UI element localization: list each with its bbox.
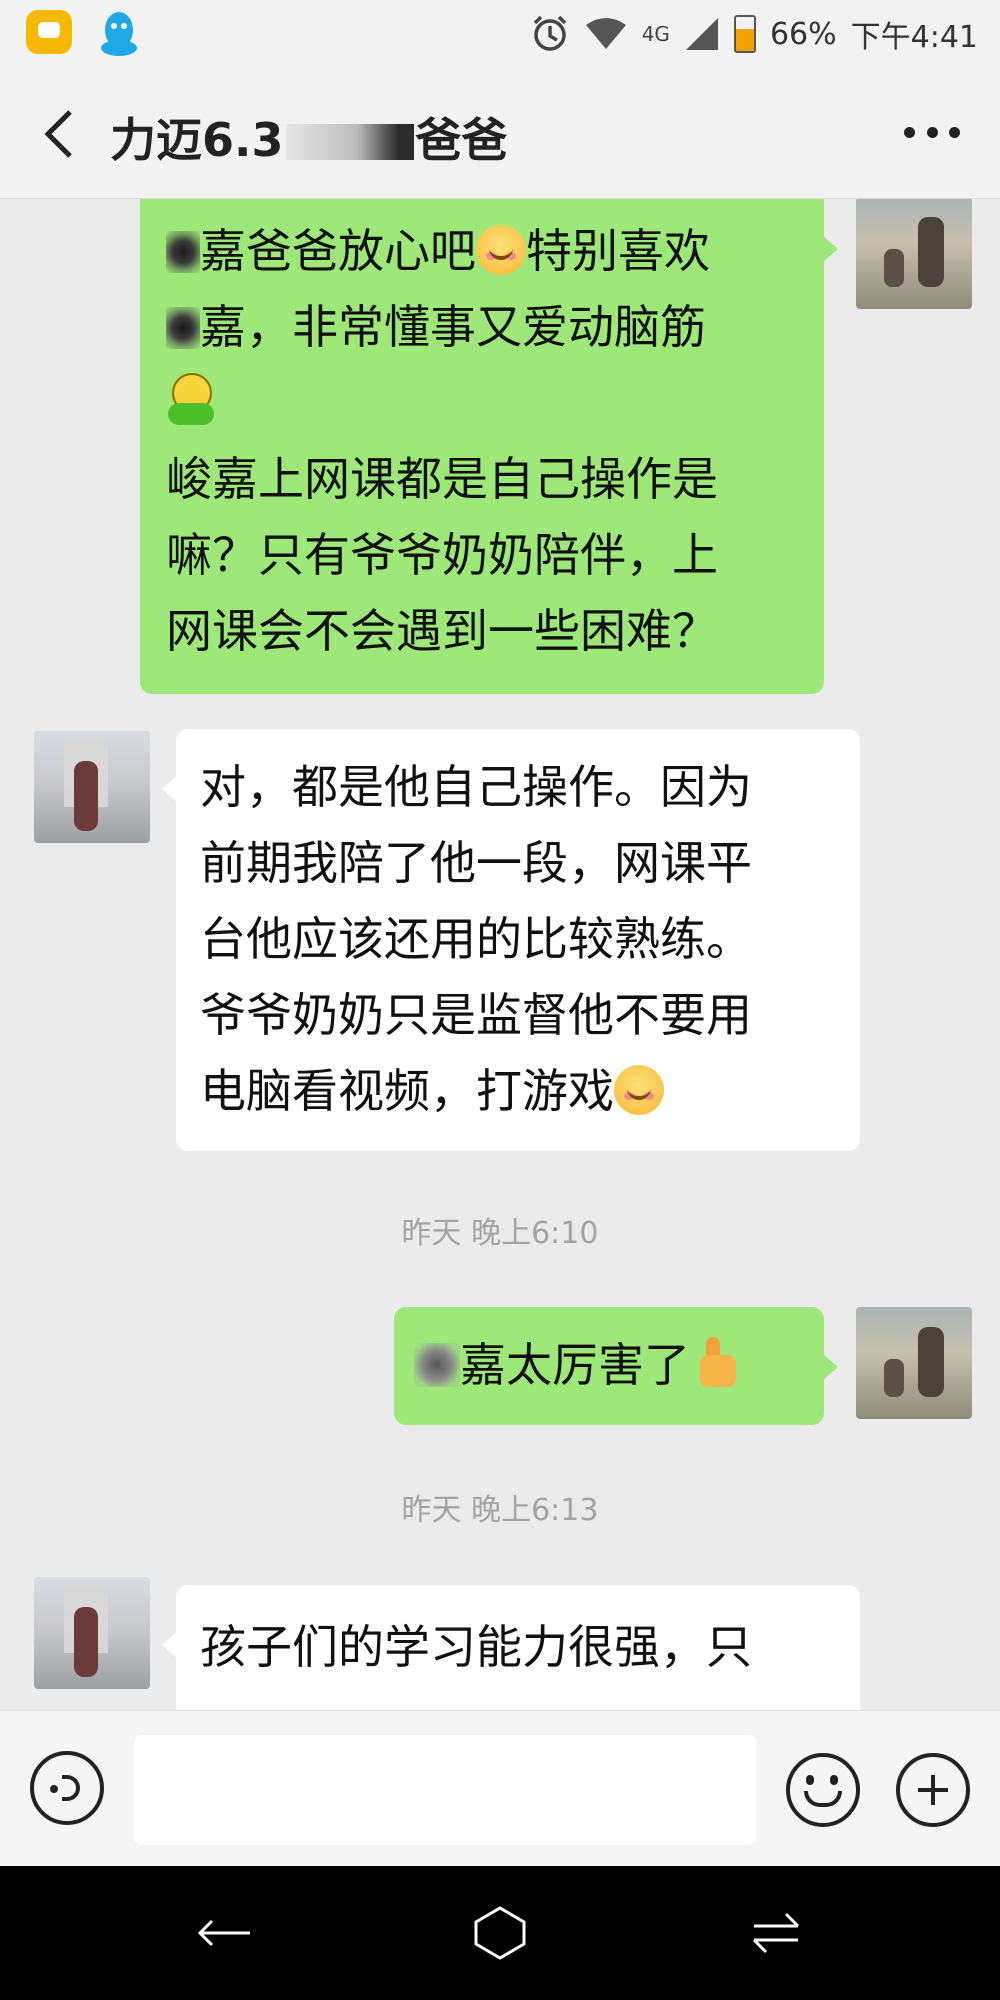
- message-bubble-other[interactable]: 对，都是他自己操作。因为 前期我陪了他一段，网课平 台他应该还用的比较熟练。 爷…: [162, 729, 860, 1151]
- timestamp: 昨天 晚上6:13: [401, 1493, 599, 1528]
- emoji-button[interactable]: [786, 1753, 860, 1827]
- contact-avatar[interactable]: [34, 731, 150, 843]
- redacted-char: [166, 231, 200, 273]
- contact-avatar[interactable]: [34, 1577, 150, 1689]
- message-bubble-me[interactable]: 嘉爸爸放心吧 特别喜欢 嘉，非常懂事又爱动脑筋 峻嘉上网课都是自己操作是 嘛？只有…: [140, 199, 838, 694]
- message-input[interactable]: [134, 1735, 756, 1845]
- message-bubble-other[interactable]: 孩子们的学习能力很强，只: [162, 1585, 860, 1710]
- qq-icon: [101, 12, 137, 56]
- wifi-icon: [585, 18, 626, 49]
- redacted-char: [166, 307, 200, 349]
- my-avatar[interactable]: [856, 1307, 972, 1419]
- chat-title-prefix: 力迈6.3: [110, 113, 284, 167]
- message-bubble-me[interactable]: 嘉太厉害了: [394, 1307, 838, 1425]
- nav-home-icon[interactable]: [470, 1904, 530, 1962]
- smile-emoji-icon: [614, 1065, 664, 1115]
- message-text: 嘉爸爸放心吧 特别喜欢 嘉，非常懂事又爱动脑筋 峻嘉上网课都是自己操作是 嘛？只有…: [166, 224, 718, 658]
- battery-percent: 66%: [769, 16, 837, 52]
- nav-recents-icon[interactable]: [746, 1904, 806, 1962]
- message-list[interactable]: 嘉爸爸放心吧 特别喜欢 嘉，非常懂事又爱动脑筋 峻嘉上网课都是自己操作是 嘛？只有…: [0, 199, 1000, 1710]
- my-avatar[interactable]: [856, 199, 972, 309]
- more-options-icon[interactable]: [904, 124, 960, 140]
- message-app-icon: [26, 10, 72, 54]
- back-arrow-icon[interactable]: [38, 108, 86, 160]
- system-nav-bar: [0, 1866, 1000, 2000]
- status-right: 4G 66% 下午4:41: [530, 10, 978, 58]
- voice-input-button[interactable]: [30, 1751, 104, 1825]
- more-actions-button[interactable]: [896, 1753, 970, 1827]
- network-type: 4G: [641, 22, 670, 46]
- timestamp: 昨天 晚上6:10: [401, 1216, 599, 1251]
- smile-emoji-icon: [476, 225, 526, 275]
- message-text: 对，都是他自己操作。因为 前期我陪了他一段，网课平 台他应该还用的比较熟练。 爷…: [200, 760, 752, 1118]
- title-bar: 力迈6.3 爸爸: [0, 68, 1000, 199]
- message-text: 孩子们的学习能力很强，只: [200, 1620, 752, 1674]
- chat-screen: 4G 66% 下午4:41 力迈6.3 爸爸 嘉爸爸放心吧 特别喜欢 嘉，非常懂事又…: [0, 0, 1000, 2000]
- input-bar: [0, 1710, 1000, 1867]
- nav-back-icon[interactable]: [194, 1904, 254, 1962]
- green-face-emoji-icon: [166, 373, 216, 427]
- thumbs-up-emoji-icon: [690, 1337, 740, 1389]
- status-bar: 4G 66% 下午4:41: [0, 0, 1000, 68]
- chat-title: 力迈6.3 爸爸: [110, 104, 508, 170]
- chat-title-suffix: 爸爸: [415, 113, 508, 167]
- battery-icon: [733, 15, 756, 53]
- clock: 下午4:41: [850, 20, 978, 55]
- redacted-block: [285, 124, 414, 160]
- signal-icon: [685, 18, 718, 50]
- voice-icon: [50, 1775, 80, 1801]
- message-text: 嘉太厉害了: [414, 1327, 800, 1403]
- redacted-char: [414, 1343, 460, 1387]
- alarm-icon: [533, 15, 566, 51]
